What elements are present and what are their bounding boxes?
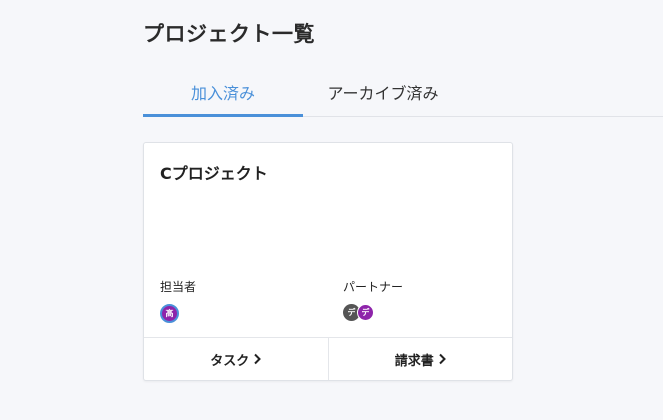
page: プロジェクト一覧 加入済み アーカイブ済み Cプロジェクト 担当者 髙 パートナ… <box>0 0 663 420</box>
invoice-button[interactable]: 請求書 <box>327 338 513 380</box>
project-card[interactable]: Cプロジェクト 担当者 髙 パートナー デ デ タスク 請求書 <box>143 142 513 381</box>
tab-archived[interactable]: アーカイブ済み <box>303 74 463 117</box>
tab-bar: 加入済み アーカイブ済み <box>143 74 663 117</box>
tab-joined[interactable]: 加入済み <box>143 74 303 117</box>
chevron-right-icon <box>439 353 446 365</box>
invoice-button-label: 請求書 <box>394 353 434 369</box>
partner-avatars: デ デ <box>343 304 403 321</box>
assignee-avatars: 髙 <box>160 304 196 323</box>
partner-section: パートナー デ デ <box>343 278 403 321</box>
card-footer: タスク 請求書 <box>144 337 512 380</box>
partner-label: パートナー <box>343 280 404 294</box>
avatar[interactable]: 髙 <box>160 304 179 323</box>
avatar[interactable]: デ <box>357 304 374 321</box>
task-button[interactable]: タスク <box>144 338 328 380</box>
page-title: プロジェクト一覧 <box>143 22 315 46</box>
chevron-right-icon <box>254 353 262 365</box>
assignee-label: 担当者 <box>160 280 197 294</box>
task-button-label: タスク <box>210 353 250 369</box>
assignee-section: 担当者 髙 <box>160 278 196 323</box>
project-title: Cプロジェクト <box>160 164 268 183</box>
